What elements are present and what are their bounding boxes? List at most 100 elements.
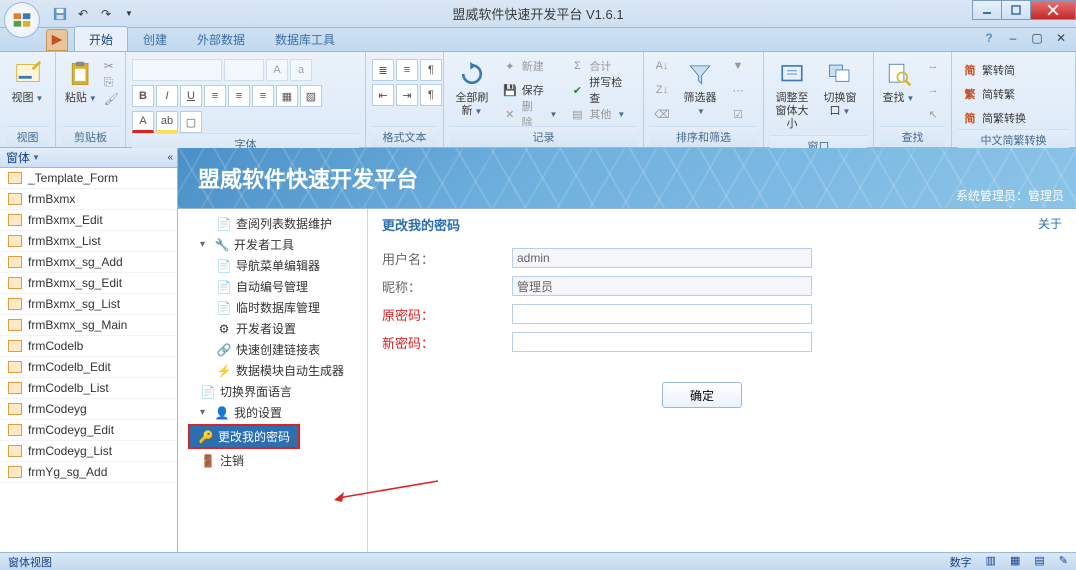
minimize-button[interactable] [972,0,1002,20]
collapse-icon[interactable]: « [167,152,173,163]
office-button[interactable] [4,2,40,38]
font-name[interactable] [132,59,222,81]
fill-icon[interactable]: ▨ [300,85,322,107]
ltr-icon[interactable]: ¶ [420,59,442,81]
list-item[interactable]: frmYg_sg_Add [0,462,177,483]
view-icon-2[interactable]: ▦ [1010,554,1020,570]
cn-trad[interactable]: 繁简转繁 [958,83,1030,105]
align-left-icon[interactable]: ≡ [204,85,226,107]
tab-create[interactable]: 创建 [128,26,182,51]
view-icon-1[interactable]: ▥ [986,554,996,570]
list-item[interactable]: frmBxmx_sg_Edit [0,273,177,294]
old-password-field[interactable] [512,304,812,324]
close-button[interactable] [1030,0,1076,20]
fmt-icon[interactable]: 🖌 [104,92,119,106]
cn-simp[interactable]: 简繁转简 [958,59,1030,81]
indent-dec-icon[interactable]: ⇤ [372,84,394,106]
filter-sel-icon[interactable]: ▼ [726,55,750,77]
switch-window-button[interactable]: 切换窗口▼ [818,55,862,121]
about-link[interactable]: 关于 [1038,215,1062,234]
numbering-icon[interactable]: ≡ [396,59,418,81]
list-item[interactable]: frmBxmx_Edit [0,210,177,231]
tab-dbtools[interactable]: 数据库工具 [260,26,350,51]
list-item[interactable]: frmCodeyg_Edit [0,420,177,441]
bold-button[interactable]: B [132,85,154,107]
list-item[interactable]: frmBxmx_sg_Add [0,252,177,273]
filter-adv-icon[interactable]: ⋯ [726,79,750,101]
new-password-field[interactable] [512,332,812,352]
fit-window-button[interactable]: 调整至窗体大小 [770,55,814,135]
delete-record[interactable]: ✕删除▼ [498,103,562,125]
italic-button[interactable]: I [156,85,178,107]
grid-icon[interactable]: ▦ [276,85,298,107]
list-item[interactable]: frmCodelb_Edit [0,357,177,378]
new-record[interactable]: ✦新建 [498,55,562,77]
list-item[interactable]: frmCodeyg [0,399,177,420]
select-icon[interactable]: ↖ [921,103,945,125]
tree-devset[interactable]: ⚙开发者设置 [178,318,367,339]
align-center-icon[interactable]: ≡ [228,85,250,107]
submit-button[interactable]: 确定 [662,382,742,408]
view-icon-3[interactable]: ▤ [1034,554,1044,570]
refresh-button[interactable]: 全部刷新▼ [450,55,494,121]
qat-dropdown-icon[interactable]: ▼ [119,4,139,24]
qat-redo-icon[interactable]: ↷ [96,4,116,24]
view-icon-4[interactable]: ✎ [1059,554,1068,570]
sort-desc-icon[interactable]: Z↓ [650,79,674,101]
paste-button[interactable]: 粘贴▼ [62,55,100,108]
goto-icon[interactable]: → [921,79,945,101]
font-color-icon[interactable]: A [132,111,154,133]
highlight-icon[interactable]: ab [156,111,178,133]
tree-devtools[interactable]: ▾🔧开发者工具 [178,234,367,255]
copy-icon[interactable]: ⎘ [104,75,119,90]
tree-autonum[interactable]: 📄自动编号管理 [178,276,367,297]
clear-sort-icon[interactable]: ⌫ [650,103,674,125]
qat-save-icon[interactable] [50,4,70,24]
inner-restore-icon[interactable]: ▢ [1030,31,1044,45]
list-item[interactable]: frmBxmx_sg_List [0,294,177,315]
inner-close-icon[interactable]: ✕ [1054,31,1068,45]
align-right-icon[interactable]: ≡ [252,85,274,107]
spellcheck[interactable]: ✔拼写检查 [565,79,637,101]
tab-start[interactable]: 开始 [74,26,128,51]
tree-lookup[interactable]: 📄查阅列表数据维护 [178,213,367,234]
replace-icon[interactable]: ↔ [921,55,945,77]
more-record[interactable]: ▤其他▼ [565,103,637,125]
tree-quicklink[interactable]: 🔗快速创建链接表 [178,339,367,360]
qat-undo-icon[interactable]: ↶ [73,4,93,24]
list-item[interactable]: frmCodelb [0,336,177,357]
nav-panel-header[interactable]: 窗体▼« [0,148,177,168]
view-button[interactable]: 视图▼ [6,55,49,108]
list-item[interactable]: frmBxmx_sg_Main [0,315,177,336]
tree-tempdb[interactable]: 📄临时数据库管理 [178,297,367,318]
rtl-icon[interactable]: ¶ [420,84,442,106]
list-item[interactable]: frmBxmx [0,189,177,210]
indent-inc-icon[interactable]: ⇥ [396,84,418,106]
border-icon[interactable]: ▢ [180,111,202,133]
cn-convert[interactable]: 简简繁转换 [958,107,1030,129]
filter-toggle-icon[interactable]: ☑ [726,103,750,125]
sort-asc-icon[interactable]: A↓ [650,55,674,77]
font-size[interactable] [224,59,264,81]
grow-font-icon[interactable]: A [266,59,288,81]
tree-myset[interactable]: ▾👤我的设置 [178,402,367,423]
list-item[interactable]: frmCodeyg_List [0,441,177,462]
list-item[interactable]: frmCodelb_List [0,378,177,399]
list-item[interactable]: frmBxmx_List [0,231,177,252]
tree-logout[interactable]: 🚪注销 [178,450,367,471]
cut-icon[interactable]: ✂ [104,59,119,73]
shrink-font-icon[interactable]: a [290,59,312,81]
inner-min-icon[interactable]: – [1006,31,1020,45]
maximize-button[interactable] [1001,0,1031,20]
tree-lang[interactable]: 📄切换界面语言 [178,381,367,402]
list-item[interactable]: _Template_Form [0,168,177,189]
underline-button[interactable]: U [180,85,202,107]
tree-change-pwd[interactable]: 🔑更改我的密码 [190,426,298,447]
help-icon[interactable]: ? [982,31,996,45]
bullets-icon[interactable]: ≣ [372,59,394,81]
tree-autogen[interactable]: ⚡数据模块自动生成器 [178,360,367,381]
app-tab-icon[interactable] [46,29,68,51]
tab-external[interactable]: 外部数据 [182,26,260,51]
filter-button[interactable]: 筛选器▼ [678,55,722,121]
tree-nav-editor[interactable]: 📄导航菜单编辑器 [178,255,367,276]
